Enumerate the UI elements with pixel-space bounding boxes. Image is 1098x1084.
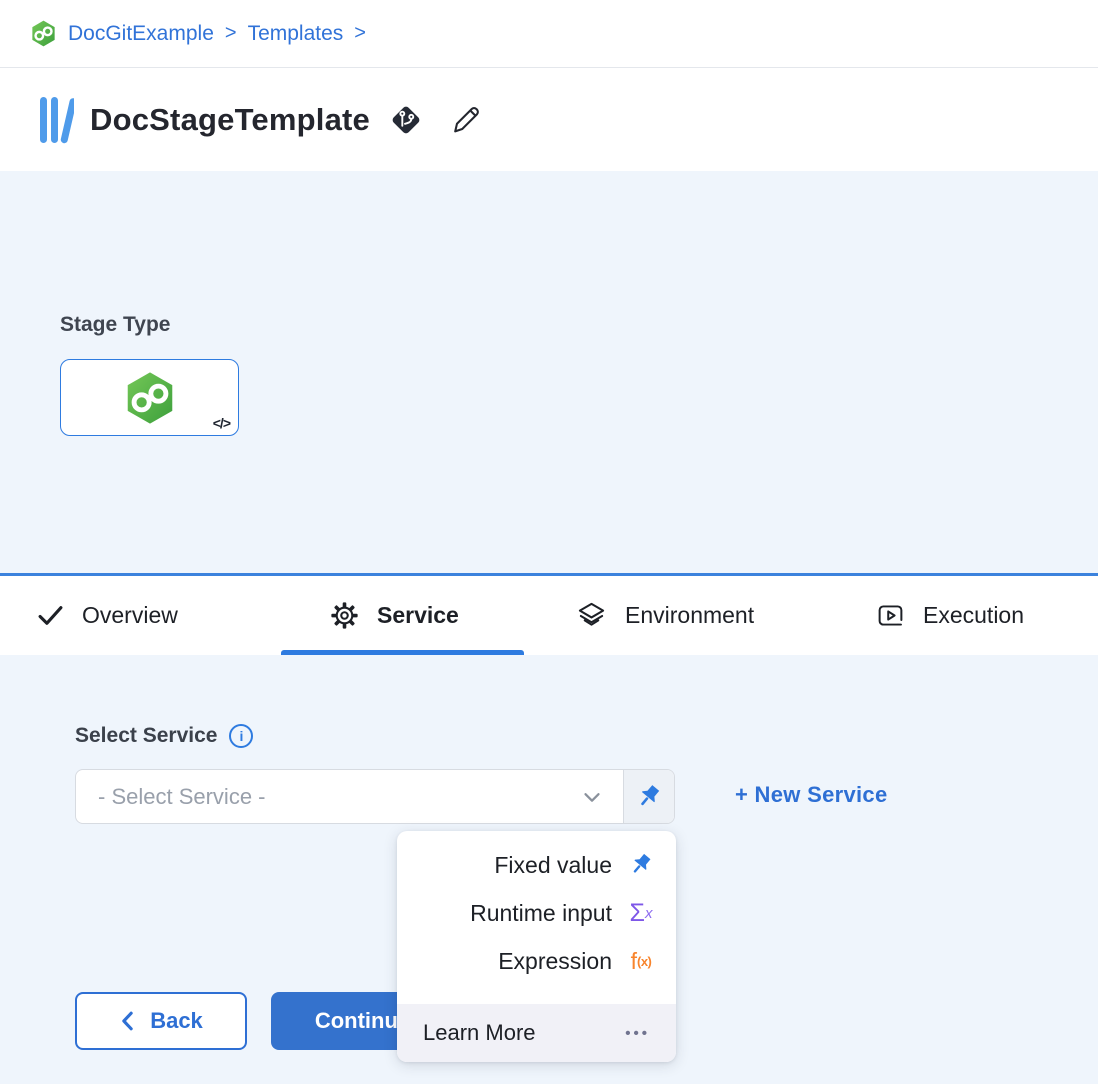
breadcrumb: DocGitExample > Templates > <box>0 0 1098 68</box>
stage-tabs: Overview <box>0 576 1098 655</box>
value-type-pin-button[interactable] <box>623 770 674 823</box>
check-icon <box>37 602 64 629</box>
new-service-link[interactable]: + New Service <box>735 782 888 808</box>
stage-type-section: Stage Type </> <box>0 171 1098 573</box>
tab-environment-label: Environment <box>625 602 754 629</box>
breadcrumb-project-link[interactable]: DocGitExample <box>68 22 214 46</box>
stage-deploy-icon <box>123 370 177 426</box>
value-type-popover: Fixed value Runtime input Σx Expression … <box>397 831 676 1062</box>
edit-title-button[interactable] <box>448 103 481 136</box>
tab-environment[interactable]: Environment <box>576 576 754 655</box>
chevron-down-icon <box>579 784 605 810</box>
tab-overview[interactable]: Overview <box>37 576 178 655</box>
play-box-icon <box>876 601 905 630</box>
layers-icon <box>576 600 607 631</box>
back-button[interactable]: Back <box>75 992 247 1050</box>
breadcrumb-templates-link[interactable]: Templates <box>248 22 344 46</box>
value-type-options: Fixed value Runtime input Σx Expression … <box>397 831 676 1004</box>
tab-execution[interactable]: Execution <box>876 576 1024 655</box>
tab-execution-label: Execution <box>923 602 1024 629</box>
page-title: DocStageTemplate <box>90 102 370 138</box>
tab-overview-label: Overview <box>82 602 178 629</box>
option-runtime-input-label: Runtime input <box>470 900 612 927</box>
option-runtime-input[interactable]: Runtime input Σx <box>397 889 676 937</box>
breadcrumb-separator: > <box>354 22 366 45</box>
tab-service[interactable]: Service <box>330 576 459 655</box>
expression-fx-icon: f(x) <box>626 950 656 973</box>
ellipsis-icon: ••• <box>625 1025 650 1042</box>
info-icon[interactable]: i <box>229 724 253 748</box>
gear-icon <box>330 601 359 630</box>
template-library-icon <box>38 95 74 145</box>
option-expression[interactable]: Expression f(x) <box>397 937 676 985</box>
project-logo-icon <box>30 19 57 48</box>
option-fixed-value-label: Fixed value <box>494 852 612 879</box>
learn-more-row[interactable]: Learn More ••• <box>397 1004 676 1062</box>
title-bar: DocStageTemplate <box>0 68 1098 171</box>
tab-service-label: Service <box>377 602 459 629</box>
select-service-label: Select Service <box>75 724 217 748</box>
stage-template-screen: DocGitExample > Templates > DocStageTemp… <box>0 0 1098 1084</box>
git-version-badge-icon <box>386 100 426 140</box>
stage-type-label: Stage Type <box>60 313 170 337</box>
service-select-composite: - Select Service - <box>75 769 675 824</box>
select-service-label-row: Select Service i <box>75 724 253 748</box>
stage-type-card-deploy[interactable]: </> <box>60 359 239 436</box>
back-button-label: Back <box>150 1008 203 1034</box>
chevron-left-icon <box>119 1010 136 1032</box>
service-select-dropdown[interactable]: - Select Service - <box>76 770 623 823</box>
active-tab-underline <box>281 650 524 655</box>
service-select-placeholder: - Select Service - <box>98 784 579 810</box>
option-fixed-value[interactable]: Fixed value <box>397 841 676 889</box>
runtime-input-sigma-icon: Σx <box>626 901 656 926</box>
pin-icon <box>635 783 663 811</box>
pin-icon <box>626 852 656 878</box>
learn-more-label: Learn More <box>423 1020 536 1046</box>
option-expression-label: Expression <box>498 948 612 975</box>
continue-button-label: Continue <box>315 1008 410 1034</box>
breadcrumb-separator: > <box>225 22 237 45</box>
stage-code-icon: </> <box>213 415 230 431</box>
